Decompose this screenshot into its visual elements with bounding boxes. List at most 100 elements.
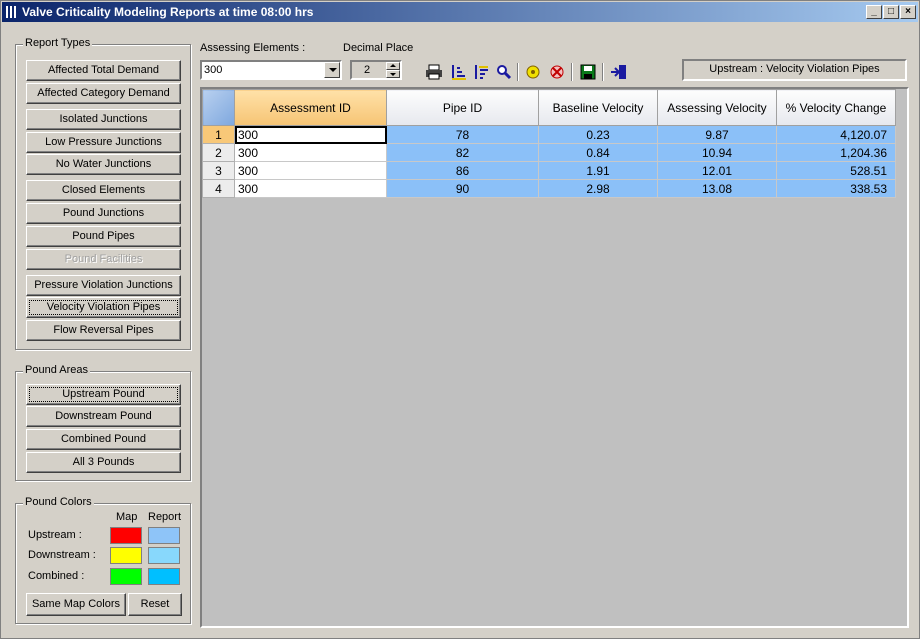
velocity-change-cell[interactable]: 528.51 — [776, 161, 896, 180]
velocity-violation-pipes-button[interactable]: Velocity Violation Pipes — [26, 297, 181, 318]
report-window: Valve Criticality Modeling Reports at ti… — [0, 0, 920, 639]
pipe-id-cell[interactable]: 86 — [386, 161, 539, 180]
decimal-place-value: 2 — [363, 64, 371, 76]
combined-map-swatch[interactable] — [110, 568, 142, 585]
results-grid[interactable]: Assessment ID Pipe ID Baseline Velocity … — [200, 87, 909, 628]
column-header-pipe-id[interactable]: Pipe ID — [386, 89, 539, 126]
downstream-color-label: Downstream : — [28, 549, 96, 561]
table-row[interactable]: 1 300 78 0.23 9.87 4,120.07 — [202, 125, 896, 144]
column-header-baseline-velocity[interactable]: Baseline Velocity — [538, 89, 658, 126]
column-header-assessment-id[interactable]: Assessment ID — [234, 89, 387, 126]
downstream-report-swatch[interactable] — [148, 547, 180, 564]
table-row[interactable]: 4 300 90 2.98 13.08 338.53 — [202, 179, 896, 198]
closed-elements-button[interactable]: Closed Elements — [26, 180, 181, 201]
spin-up-icon[interactable] — [386, 62, 400, 70]
baseline-velocity-cell[interactable]: 0.23 — [538, 125, 658, 144]
toolbar-separator — [517, 63, 519, 81]
close-button[interactable]: × — [900, 5, 916, 19]
window-title: Valve Criticality Modeling Reports at ti… — [22, 5, 314, 19]
column-header-velocity-change[interactable]: % Velocity Change — [776, 89, 896, 126]
upstream-pound-button[interactable]: Upstream Pound — [26, 384, 181, 405]
assessing-elements-label: Assessing Elements : — [200, 42, 306, 54]
decimal-place-label: Decimal Place — [343, 42, 414, 54]
highlight-icon[interactable] — [525, 63, 543, 81]
velocity-change-cell[interactable]: 4,120.07 — [776, 125, 896, 144]
downstream-pound-button[interactable]: Downstream Pound — [26, 406, 181, 427]
row-number[interactable]: 3 — [202, 161, 235, 180]
column-header-assessing-velocity[interactable]: Assessing Velocity — [657, 89, 777, 126]
pressure-violation-junctions-button[interactable]: Pressure Violation Junctions — [26, 275, 181, 296]
pound-colors-group: Pound Colors Map Report Upstream : Downs… — [15, 496, 191, 624]
sort-ascending-icon[interactable] — [449, 63, 467, 81]
baseline-velocity-cell[interactable]: 1.91 — [538, 161, 658, 180]
affected-category-demand-button[interactable]: Affected Category Demand — [26, 83, 181, 104]
chevron-down-icon[interactable] — [324, 62, 340, 78]
combined-pound-button[interactable]: Combined Pound — [26, 429, 181, 450]
pound-areas-legend: Pound Areas — [23, 364, 90, 376]
maximize-button[interactable]: □ — [883, 5, 899, 19]
pipe-id-cell[interactable]: 82 — [386, 143, 539, 162]
assessing-elements-dropdown[interactable]: 300 — [200, 60, 342, 80]
pound-junctions-button[interactable]: Pound Junctions — [26, 203, 181, 224]
upstream-color-label: Upstream : — [28, 529, 82, 541]
assessing-velocity-cell[interactable]: 13.08 — [657, 179, 777, 198]
all-3-pounds-button[interactable]: All 3 Pounds — [26, 452, 181, 473]
velocity-change-cell[interactable]: 1,204.36 — [776, 143, 896, 162]
row-number[interactable]: 4 — [202, 179, 235, 198]
assessment-id-cell[interactable]: 300 — [234, 125, 387, 144]
combined-report-swatch[interactable] — [148, 568, 180, 585]
assessing-velocity-cell[interactable]: 9.87 — [657, 125, 777, 144]
isolated-junctions-button[interactable]: Isolated Junctions — [26, 109, 181, 130]
toolbar-separator — [602, 63, 604, 81]
table-row[interactable]: 3 300 86 1.91 12.01 528.51 — [202, 161, 896, 180]
combined-color-label: Combined : — [28, 570, 85, 582]
report-types-legend: Report Types — [23, 37, 93, 49]
exit-icon[interactable] — [610, 63, 628, 81]
pound-facilities-button: Pound Facilities — [26, 249, 181, 270]
pound-areas-group: Pound Areas Upstream Pound Downstream Po… — [15, 364, 191, 481]
flow-reversal-pipes-button[interactable]: Flow Reversal Pipes — [26, 320, 181, 341]
assessment-id-cell[interactable]: 300 — [234, 179, 387, 198]
status-box: Upstream : Velocity Violation Pipes — [682, 59, 907, 81]
baseline-velocity-cell[interactable]: 0.84 — [538, 143, 658, 162]
velocity-change-cell[interactable]: 338.53 — [776, 179, 896, 198]
decimal-place-spinner[interactable]: 2 — [350, 60, 402, 80]
pipe-id-cell[interactable]: 78 — [386, 125, 539, 144]
toolbar-separator — [571, 63, 573, 81]
grid-corner-cell[interactable] — [202, 89, 235, 126]
assessing-velocity-cell[interactable]: 10.94 — [657, 143, 777, 162]
pipe-id-cell[interactable]: 90 — [386, 179, 539, 198]
table-row[interactable]: 2 300 82 0.84 10.94 1,204.36 — [202, 143, 896, 162]
report-column-label: Report — [148, 511, 182, 523]
header-row: Assessment ID Pipe ID Baseline Velocity … — [202, 89, 896, 126]
pound-pipes-button[interactable]: Pound Pipes — [26, 226, 181, 247]
assessment-id-cell[interactable]: 300 — [234, 143, 387, 162]
row-number[interactable]: 2 — [202, 143, 235, 162]
minimize-button[interactable]: _ — [866, 5, 882, 19]
assessing-elements-value: 300 — [204, 64, 223, 76]
results-table: Assessment ID Pipe ID Baseline Velocity … — [202, 89, 896, 198]
upstream-report-swatch[interactable] — [148, 527, 180, 544]
downstream-map-swatch[interactable] — [110, 547, 142, 564]
upstream-map-swatch[interactable] — [110, 527, 142, 544]
spin-down-icon[interactable] — [386, 70, 400, 78]
app-grid-icon — [6, 6, 18, 18]
map-column-label: Map — [116, 511, 138, 523]
assessing-velocity-cell[interactable]: 12.01 — [657, 161, 777, 180]
clear-highlight-icon[interactable] — [548, 63, 566, 81]
affected-total-demand-button[interactable]: Affected Total Demand — [26, 60, 181, 81]
print-icon[interactable] — [425, 63, 443, 81]
pound-colors-legend: Pound Colors — [23, 496, 94, 508]
reset-button[interactable]: Reset — [128, 593, 182, 616]
no-water-junctions-button[interactable]: No Water Junctions — [26, 154, 181, 175]
assessment-id-cell[interactable]: 300 — [234, 161, 387, 180]
baseline-velocity-cell[interactable]: 2.98 — [538, 179, 658, 198]
sort-descending-icon[interactable] — [472, 63, 490, 81]
title-bar[interactable]: Valve Criticality Modeling Reports at ti… — [2, 2, 918, 22]
save-icon[interactable] — [579, 63, 597, 81]
low-pressure-junctions-button[interactable]: Low Pressure Junctions — [26, 132, 181, 153]
same-map-colors-button[interactable]: Same Map Colors — [26, 593, 126, 616]
row-number[interactable]: 1 — [202, 125, 235, 144]
report-types-group: Report Types Affected Total Demand Affec… — [15, 37, 191, 350]
find-icon[interactable] — [495, 63, 513, 81]
